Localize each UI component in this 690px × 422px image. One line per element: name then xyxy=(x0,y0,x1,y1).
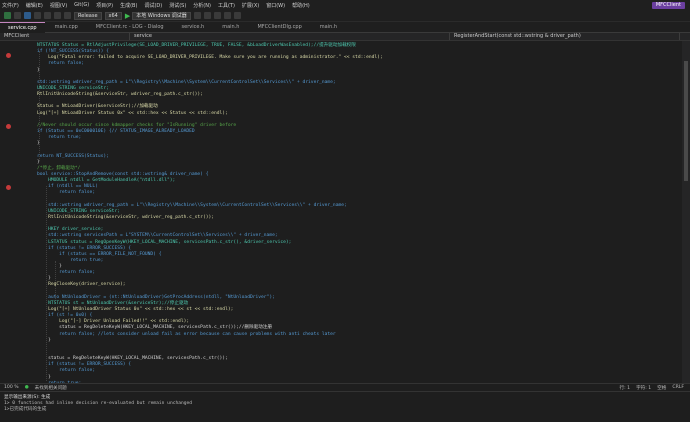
char-indicator: 字符: 1 xyxy=(636,385,652,391)
menu-item[interactable]: 工具(T) xyxy=(218,2,235,9)
play-icon[interactable]: ▶ xyxy=(125,12,130,20)
menu-item[interactable]: 视图(V) xyxy=(50,2,67,9)
undo-icon[interactable] xyxy=(54,12,61,19)
code-line: Log("Fatal error: failed to acquire SE_L… xyxy=(37,55,383,61)
editor-tab[interactable]: MFCClient.rc - LOG - Dialog xyxy=(88,22,172,33)
navigation-bar: MFCClient service RegisterAndStart(const… xyxy=(0,33,690,41)
editor-tab[interactable]: main.h xyxy=(312,22,345,33)
editor-tab[interactable]: service.h xyxy=(174,22,213,33)
debug-target-icon[interactable] xyxy=(193,12,201,19)
back-icon[interactable] xyxy=(4,12,11,19)
menu-item[interactable]: 扩展(X) xyxy=(242,2,259,9)
run-debugger-button[interactable]: 本地 Windows 调试器 xyxy=(132,11,191,20)
gutter[interactable] xyxy=(0,41,34,383)
forward-icon[interactable] xyxy=(14,12,21,19)
save-icon[interactable] xyxy=(34,12,41,19)
menu-item[interactable]: Git(G) xyxy=(74,2,89,8)
breakpoint-icon[interactable] xyxy=(213,12,221,19)
output-line: 1>已完成代码的生成 xyxy=(4,407,47,412)
issues-status[interactable]: 未找到相关问题 xyxy=(35,385,67,391)
menu-item[interactable]: 调试(D) xyxy=(144,2,162,9)
menu-item[interactable]: 帮助(H) xyxy=(292,2,310,9)
editor-tab[interactable]: main.h xyxy=(214,22,247,33)
menu-bar: 文件(F) 编辑(E) 视图(V) Git(G) 项目(P) 生成(B) 调试(D) 测试(S… xyxy=(0,0,690,10)
menu-item[interactable]: 编辑(E) xyxy=(26,2,43,9)
redo-icon[interactable] xyxy=(64,12,71,19)
code-line: std::wstring wdriver_reg_path = L"\\Regi… xyxy=(37,202,347,208)
menu-item[interactable]: 测试(S) xyxy=(169,2,186,9)
breakpoint-marker[interactable] xyxy=(6,185,11,190)
uncomment-icon[interactable] xyxy=(233,12,241,19)
menu-item[interactable]: 项目(P) xyxy=(96,2,113,9)
check-icon: ● xyxy=(24,385,29,390)
vertical-scrollbar[interactable] xyxy=(682,41,690,383)
editor-tab[interactable]: MFCClientDlg.cpp xyxy=(249,22,309,33)
menu-item[interactable]: 文件(F) xyxy=(2,2,19,9)
toolbar: Release x64 ▶ 本地 Windows 调试器 xyxy=(0,10,690,22)
save-all-icon[interactable] xyxy=(44,12,51,19)
menu-item[interactable]: 窗口(W) xyxy=(266,2,285,9)
output-source-label[interactable]: 显示输出来源(S): 生成 xyxy=(4,394,50,400)
code-line: return false; //lets consider unload fai… xyxy=(37,331,336,337)
tab-strip: service.cpp main.cpp MFCClient.rc - LOG - … xyxy=(0,21,690,33)
code-editor[interactable]: NTSTATUS Status = RtlAdjustPrivilege(SE_… xyxy=(0,41,690,383)
solution-badge: MFCClient xyxy=(651,2,685,9)
breakpoint-marker[interactable] xyxy=(6,124,11,129)
line-indicator: 行: 1 xyxy=(619,385,631,391)
comment-icon[interactable] xyxy=(223,12,231,19)
whitespace-indicator: 空格 xyxy=(657,385,667,391)
scrollbar-thumb[interactable] xyxy=(684,61,688,181)
menu-item[interactable]: 分析(N) xyxy=(193,2,211,9)
editor-status-bar: 100 % ● 未找到相关问题 行: 1 字符: 1 空格 CRLF xyxy=(0,383,690,391)
code-content[interactable]: NTSTATUS Status = RtlAdjustPrivilege(SE_… xyxy=(37,43,383,383)
new-file-icon[interactable] xyxy=(24,12,31,19)
menu-item[interactable]: 生成(B) xyxy=(120,2,137,9)
line-ending-indicator: CRLF xyxy=(672,385,684,390)
editor-tab[interactable]: main.cpp xyxy=(47,22,86,33)
project-dropdown[interactable]: MFCClient xyxy=(0,33,130,40)
member-dropdown[interactable]: RegisterAndStart(const std::wstring & dr… xyxy=(450,33,680,40)
editor-tab[interactable]: service.cpp xyxy=(0,21,45,33)
configuration-select[interactable]: Release xyxy=(74,11,102,20)
platform-select[interactable]: x64 xyxy=(104,11,122,20)
zoom-level[interactable]: 100 % xyxy=(4,385,19,390)
breakpoint-marker[interactable] xyxy=(6,53,11,58)
scope-dropdown[interactable]: service xyxy=(130,33,450,40)
output-panel: 显示输出来源(S): 生成 1> 0 functions had inline … xyxy=(0,391,690,422)
step-icon[interactable] xyxy=(203,12,211,19)
